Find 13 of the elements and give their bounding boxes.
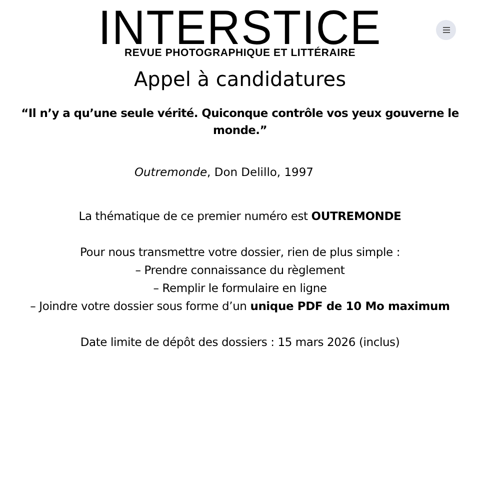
- text-line: La thématique de ce premier numéro est OUTREMONDE: [78, 208, 402, 225]
- text-line: – Prendre connaissance du règlement: [134, 262, 346, 279]
- logo-tagline: REVUE PHOTOGRAPHIQUE ET LITTÉRAIRE: [124, 47, 356, 59]
- citation: Outremonde, Don Delillo, 1997: [133, 164, 315, 180]
- menu-button[interactable]: [436, 20, 456, 40]
- text-line: Pour nous transmettre votre dossier, rien de plus simple :: [78, 244, 402, 261]
- quote: “Il n’y a qu’une seule vérité. Quiconque contrôle vos yeux gouverne le monde.”: [20, 105, 460, 140]
- menu-icon: [442, 27, 450, 33]
- logo[interactable]: INTERSTICE: [98, 7, 382, 47]
- text-line: – Joindre votre dossier sous forme d’un unique PDF de 10 Mo maximum: [29, 298, 451, 315]
- text-line: – Remplir le formulaire en ligne: [152, 280, 328, 297]
- page-title: Appel à candidatures: [132, 66, 348, 93]
- text-line: Date limite de dépôt des dossiers : 15 mars 2026 (inclus): [79, 334, 401, 351]
